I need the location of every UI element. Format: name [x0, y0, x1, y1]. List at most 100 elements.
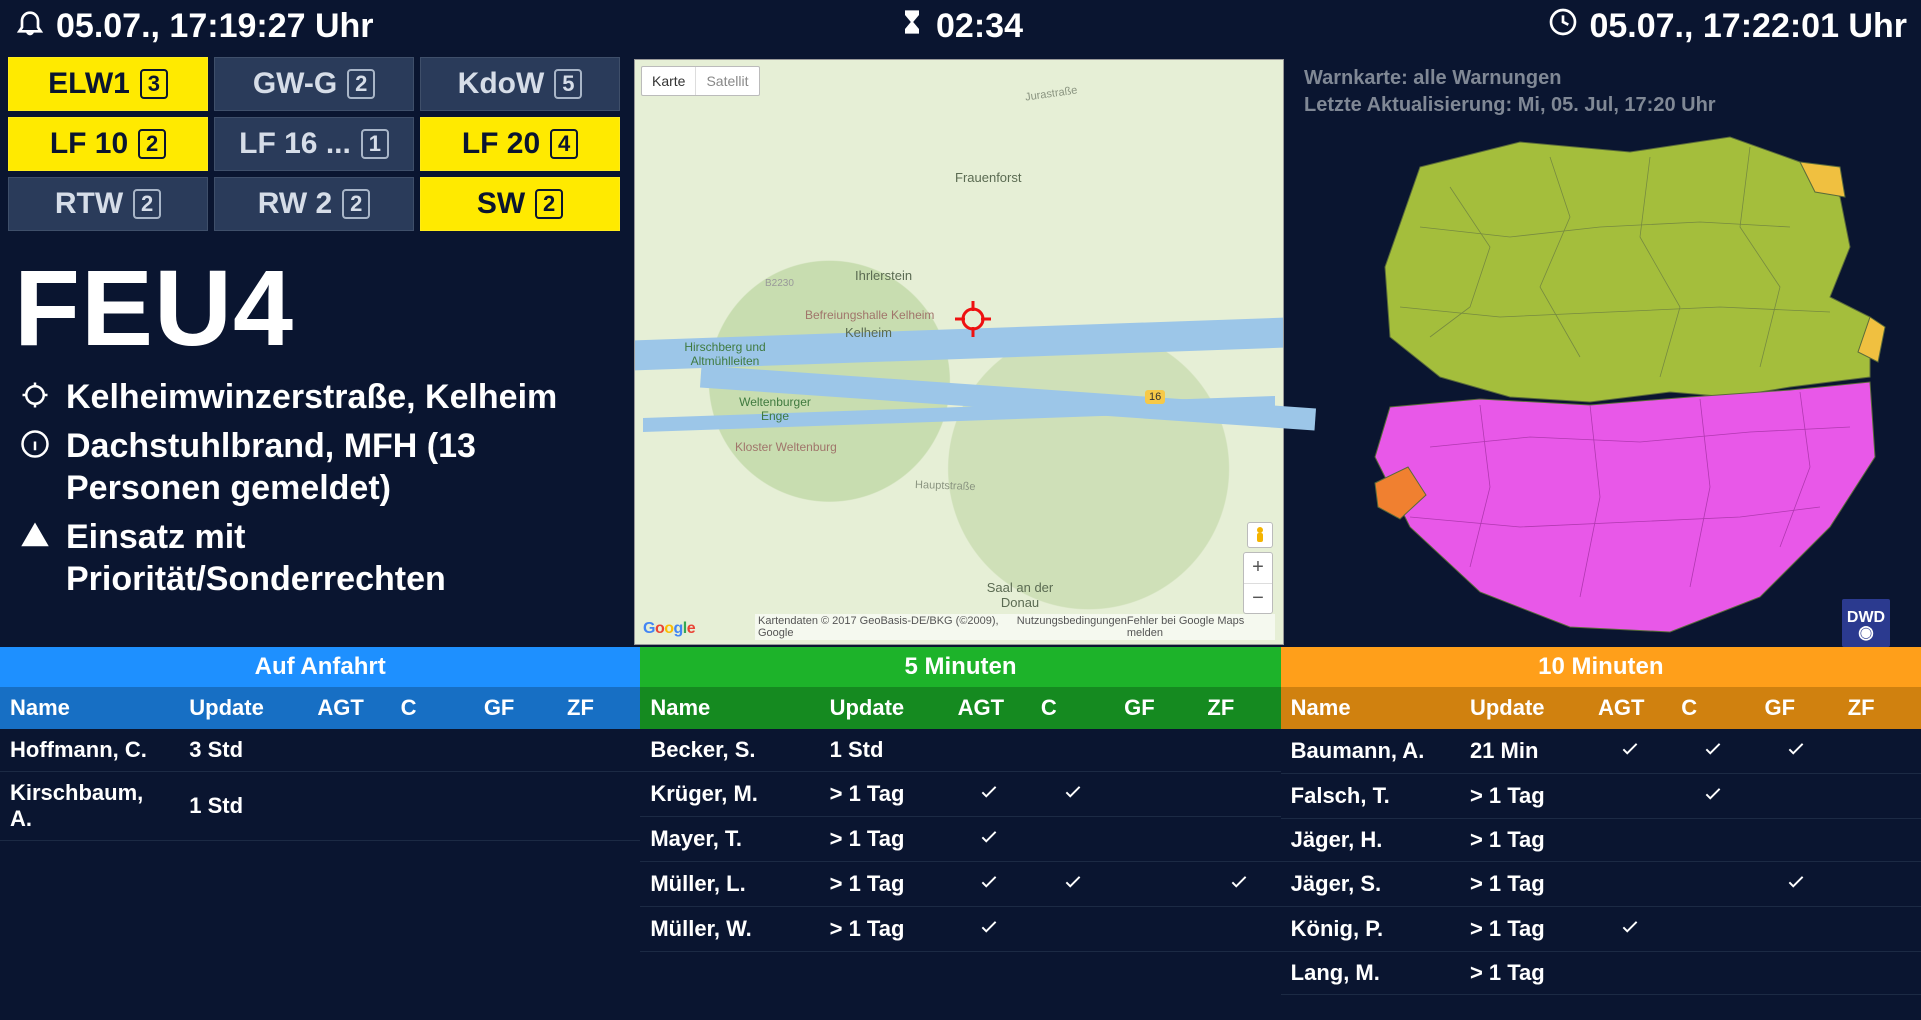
responder-name: Krüger, M.	[640, 772, 819, 817]
th-zf: ZF	[1197, 687, 1280, 729]
google-logo: Google	[643, 620, 695, 638]
table-5min: 5 Minuten Name Update AGT C GF ZF Becker…	[640, 647, 1280, 995]
vehicle-name: LF 10	[50, 127, 128, 161]
map-route-shield: 16	[1145, 390, 1165, 404]
check-icon	[1702, 737, 1724, 765]
priority-line: Einsatz mit Priorität/Sonderrechten	[18, 516, 634, 601]
map-tab-map[interactable]: Karte	[642, 67, 695, 95]
map-label-kelheim: Kelheim	[845, 325, 892, 340]
responder-name: Hoffmann, C.	[0, 729, 179, 772]
th-update: Update	[1460, 687, 1588, 729]
responder-c	[1031, 817, 1114, 862]
responder-name: Jäger, S.	[1281, 862, 1460, 907]
responder-gf	[1754, 819, 1837, 862]
responder-agt	[1588, 819, 1671, 862]
table-row: Falsch, T.> 1 Tag	[1281, 774, 1921, 819]
map-zoom[interactable]: + −	[1243, 552, 1273, 614]
table-row: Jäger, S.> 1 Tag	[1281, 862, 1921, 907]
map-label-befreiungshalle: Befreiungshalle Kelheim	[805, 308, 934, 322]
check-icon	[1785, 737, 1807, 765]
responder-update: > 1 Tag	[1460, 862, 1588, 907]
check-icon	[1785, 870, 1807, 898]
check-icon	[978, 825, 1000, 853]
responder-name: Falsch, T.	[1281, 774, 1460, 819]
zoom-out-button[interactable]: −	[1244, 583, 1272, 613]
check-icon	[978, 870, 1000, 898]
responder-c	[1671, 729, 1754, 774]
check-icon	[1702, 782, 1724, 810]
swirl-icon: ◉	[1858, 627, 1874, 638]
responder-gf	[1114, 862, 1197, 907]
table-enroute: Auf Anfahrt Name Update AGT C GF ZF Hoff…	[0, 647, 640, 995]
table-row: Kirschbaum, A.1 Std	[0, 772, 640, 841]
responder-zf	[1838, 907, 1921, 952]
responder-gf	[1754, 862, 1837, 907]
map-tab-satellite[interactable]: Satellit	[695, 67, 758, 95]
check-icon	[978, 915, 1000, 943]
responder-update: 1 Std	[179, 772, 307, 841]
responder-name: Lang, M.	[1281, 952, 1460, 995]
map-report[interactable]: Fehler bei Google Maps melden	[1127, 615, 1272, 639]
vehicle-name: LF 16 ...	[239, 127, 351, 161]
elapsed-time: 02:34	[936, 7, 1023, 46]
priority-text: Einsatz mit Priorität/Sonderrechten	[66, 516, 634, 601]
responder-update: > 1 Tag	[820, 862, 948, 907]
vehicle-name: LF 20	[462, 127, 540, 161]
responder-gf	[1754, 729, 1837, 774]
map-label-frauenforst: Frauenforst	[955, 170, 1021, 185]
responder-name: Müller, W.	[640, 907, 819, 952]
map-label-hirschberg: Hirschberg und Altmühlleiten	[665, 340, 785, 368]
map-label-weltenburg-enge: Weltenburger Enge	[725, 395, 825, 423]
table-5min-title: 5 Minuten	[640, 647, 1280, 687]
vehicle-count: 5	[554, 69, 582, 99]
check-icon	[1619, 737, 1641, 765]
description-text: Dachstuhlbrand, MFH (13 Personen gemelde…	[66, 425, 634, 510]
streetview-pegman[interactable]	[1247, 522, 1273, 548]
map-terms[interactable]: Nutzungsbedingungen	[1017, 615, 1127, 639]
address-line: Kelheimwinzerstraße, Kelheim	[18, 376, 634, 419]
incident-keyword: FEU4	[14, 245, 634, 370]
th-c: C	[1671, 687, 1754, 729]
zoom-in-button[interactable]: +	[1244, 553, 1272, 583]
responder-zf	[557, 772, 640, 841]
responder-update: > 1 Tag	[820, 907, 948, 952]
th-name: Name	[640, 687, 819, 729]
top-bar: 05.07., 17:19:27 Uhr 02:34 05.07., 17:22…	[0, 0, 1921, 57]
crosshair-icon	[18, 380, 52, 410]
responder-zf	[1838, 729, 1921, 774]
map[interactable]: Karte Satellit Frauenforst Jurastraße Ih…	[634, 59, 1284, 645]
th-name: Name	[0, 687, 179, 729]
vehicle-badge: RTW2	[8, 177, 208, 231]
table-row: Mayer, T.> 1 Tag	[640, 817, 1280, 862]
responder-c	[391, 729, 474, 772]
th-agt: AGT	[307, 687, 390, 729]
responder-agt	[307, 772, 390, 841]
vehicle-badge: LF 102	[8, 117, 208, 171]
th-update: Update	[820, 687, 948, 729]
table-row: Müller, W.> 1 Tag	[640, 907, 1280, 952]
map-label-kloster: Kloster Weltenburg	[735, 440, 837, 454]
responder-gf	[1114, 907, 1197, 952]
responder-zf	[1197, 772, 1280, 817]
table-row: Baumann, A.21 Min	[1281, 729, 1921, 774]
vehicle-count: 2	[347, 69, 375, 99]
hourglass-icon	[898, 6, 926, 47]
responder-c	[1031, 907, 1114, 952]
responder-agt	[948, 817, 1031, 862]
vehicle-grid: ELW13GW-G2KdoW5LF 102LF 16 ...1LF 204RTW…	[4, 57, 634, 231]
map-label-ihrlerstein: Ihrlerstein	[855, 268, 912, 283]
responder-gf	[1114, 729, 1197, 772]
vehicle-name: SW	[477, 187, 525, 221]
table-10min-title: 10 Minuten	[1281, 647, 1921, 687]
vehicle-name: ELW1	[48, 67, 130, 101]
responder-name: Jäger, H.	[1281, 819, 1460, 862]
check-icon	[1062, 780, 1084, 808]
vehicle-count: 3	[140, 69, 168, 99]
vehicle-badge: ELW1 3	[8, 57, 208, 111]
map-type-switch[interactable]: Karte Satellit	[641, 66, 760, 96]
responder-update: 21 Min	[1460, 729, 1588, 774]
th-gf: GF	[474, 687, 557, 729]
responder-tables: Auf Anfahrt Name Update AGT C GF ZF Hoff…	[0, 647, 1921, 995]
responder-zf	[1838, 819, 1921, 862]
check-icon	[1619, 915, 1641, 943]
